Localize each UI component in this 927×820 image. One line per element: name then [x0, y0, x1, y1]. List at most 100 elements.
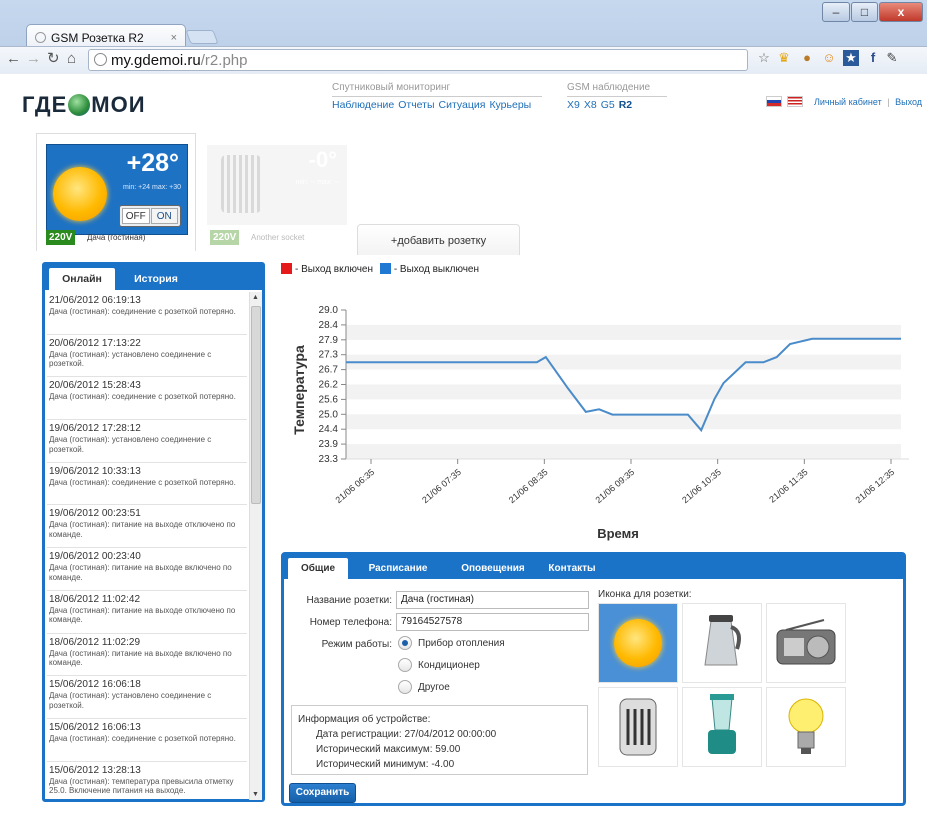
browser-tab[interactable]: GSM Розетка R2 × — [26, 24, 186, 46]
chart-bands — [346, 324, 901, 459]
log-item: 18/06/2012 11:02:42 Дача (гостиная): пита… — [47, 591, 247, 634]
power-toggle[interactable]: OFF ON — [119, 205, 181, 227]
nav-x8[interactable]: X8 — [584, 99, 597, 111]
nav-reports[interactable]: Отчеты — [398, 99, 434, 111]
nav-situation[interactable]: Ситуация — [439, 99, 486, 111]
y-axis: 29.0 28.4 27.9 27.3 26.7 26.2 25.6 25.0 24.4 23.9… — [319, 305, 347, 465]
mode-ac-radio[interactable]: Кондиционер — [398, 658, 480, 672]
account-link[interactable]: Личный кабинет — [814, 97, 882, 107]
close-window-button[interactable]: x — [879, 2, 923, 22]
x-tick-label: 21/06 07:35 — [420, 467, 463, 505]
tab-notifications[interactable]: Оповещения — [444, 558, 542, 579]
log-item: 21/06/2012 06:19:13 Дача (гостиная): соед… — [47, 292, 247, 335]
x-tick-label: 21/06 06:35 — [333, 467, 376, 505]
maximize-button[interactable]: □ — [851, 2, 878, 22]
socket-name: Another socket — [251, 233, 305, 242]
event-log: 21/06/2012 06:19:13 Дача (гостиная): соед… — [47, 292, 247, 800]
nav-x9[interactable]: X9 — [567, 99, 580, 111]
separator: | — [887, 97, 890, 107]
nav-g5[interactable]: G5 — [601, 99, 615, 111]
tab-schedule[interactable]: Расписание — [356, 558, 440, 579]
log-message: Дача (гостиная): питание на выходе отклю… — [49, 520, 236, 540]
log-item: 19/06/2012 17:28:12 Дача (гостиная): уста… — [47, 420, 247, 463]
tab-online[interactable]: Онлайн — [49, 268, 115, 290]
add-socket-button[interactable]: +добавить розетку — [357, 224, 520, 255]
y-tick-label: 25.0 — [319, 409, 339, 420]
minimize-button[interactable]: – — [822, 2, 850, 22]
icon-option-sun[interactable] — [598, 603, 678, 683]
heater-icon — [619, 698, 657, 756]
extension-cat-icon[interactable]: ☺ — [821, 50, 837, 66]
close-tab-icon[interactable]: × — [171, 32, 177, 44]
tab-general[interactable]: Общие — [288, 558, 348, 579]
log-time: 21/06/2012 06:19:13 — [49, 295, 141, 306]
logout-link[interactable]: Выход — [895, 97, 922, 107]
reload-icon[interactable]: ↻ — [47, 49, 60, 69]
log-message: Дача (гостиная): установлено соединение … — [49, 349, 212, 369]
icon-option-radio[interactable] — [766, 603, 846, 683]
nav-couriers[interactable]: Курьеры — [489, 99, 531, 111]
scroll-down-icon[interactable]: ▼ — [252, 791, 259, 798]
nav-observation[interactable]: Наблюдение — [332, 99, 394, 111]
mode-other-radio[interactable]: Другое — [398, 680, 450, 694]
x-tick-label: 21/06 09:35 — [593, 467, 636, 505]
y-tick-label: 29.0 — [319, 305, 339, 316]
settings-tabs: Общие Расписание Оповещения Контакты — [284, 555, 903, 579]
socket-temperature: -0° — [308, 147, 337, 172]
radio-icon[interactable] — [398, 680, 412, 694]
new-tab-button[interactable] — [185, 30, 219, 44]
us-flag-icon[interactable] — [787, 96, 803, 107]
log-time: 15/06/2012 13:28:13 — [49, 764, 141, 776]
url-path: /r2.php — [200, 52, 248, 69]
lightbulb-icon — [788, 698, 824, 754]
icon-option-kettle[interactable] — [682, 603, 762, 683]
mode-heater-radio[interactable]: Прибор отопления — [398, 636, 505, 650]
device-hist-min: Исторический минимум: -4.00 — [316, 759, 455, 770]
log-scrollbar[interactable]: ▲ ▼ — [249, 292, 262, 800]
address-bar[interactable]: my.gdemoi.ru/r2.php — [88, 49, 748, 71]
blender-icon — [708, 694, 736, 754]
x-tick-label: 21/06 12:35 — [853, 467, 896, 505]
mode-label: Режим работы: — [321, 639, 392, 650]
back-icon[interactable]: ← — [6, 49, 21, 69]
extension-crown-icon[interactable]: ♛ — [776, 50, 792, 66]
scroll-thumb[interactable] — [251, 306, 261, 504]
toggle-on[interactable]: ON — [150, 208, 178, 224]
log-item: 19/06/2012 00:23:51 Дача (гостиная): пита… — [47, 505, 247, 549]
bookmark-star-icon[interactable]: ☆ — [756, 50, 772, 66]
grid-band — [346, 384, 901, 400]
facebook-icon[interactable]: f — [865, 50, 881, 66]
phone-input[interactable]: 79164527578 — [396, 613, 589, 631]
tab-history[interactable]: История — [121, 268, 191, 290]
home-icon[interactable]: ⌂ — [67, 49, 76, 69]
save-button[interactable]: Сохранить — [289, 783, 356, 803]
toggle-off[interactable]: OFF — [122, 208, 150, 224]
russian-flag-icon[interactable] — [766, 96, 782, 107]
scroll-up-icon[interactable]: ▲ — [252, 294, 259, 301]
radio-icon[interactable] — [398, 658, 412, 672]
forward-icon[interactable]: → — [26, 49, 41, 69]
icon-option-heater[interactable] — [598, 687, 678, 767]
site-logo[interactable]: ГДЕ МОИ — [22, 92, 146, 118]
nav-r2[interactable]: R2 — [619, 99, 632, 111]
menu-divider — [332, 96, 542, 97]
icon-option-blender[interactable] — [682, 687, 762, 767]
log-message: Дача (гостиная): соединение с розеткой п… — [49, 307, 236, 316]
wrench-icon[interactable]: ✎ — [884, 50, 900, 66]
socket-card-inactive[interactable]: -0° min: -- max: -- — [207, 145, 347, 225]
tab-contacts[interactable]: Контакты — [540, 558, 604, 579]
legend-label-on: - Выход включен — [295, 264, 374, 275]
socket-tile: +28° min: +24 max: +30 OFF ON — [46, 144, 188, 235]
socket-name-input[interactable]: Дача (гостиная) — [396, 591, 589, 609]
extension-cookie-icon[interactable]: ● — [799, 50, 815, 66]
y-tick-label: 24.4 — [319, 424, 339, 435]
menu-divider — [567, 96, 667, 97]
chart-legend: - Выход включен - Выход выключен — [281, 263, 479, 275]
icon-option-lightbulb[interactable] — [766, 687, 846, 767]
radio-selected-icon[interactable] — [398, 636, 412, 650]
extension-star-icon[interactable]: ★ — [843, 50, 859, 66]
socket-minmax: min: -- max: -- — [295, 179, 339, 186]
legend-swatch-off — [379, 263, 391, 274]
x-tick-label: 21/06 11:35 — [767, 467, 809, 505]
legend-swatch-on — [281, 263, 292, 274]
